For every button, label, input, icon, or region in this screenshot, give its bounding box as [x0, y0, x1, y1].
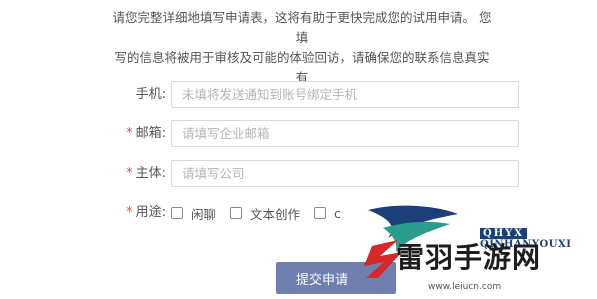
watermark-url: www.leiucn.com	[428, 282, 502, 292]
subject-row: * 主体:	[0, 159, 597, 189]
purpose-options: 闲聊 文本创作 c	[171, 198, 355, 228]
purpose-option-label: 文本创作	[250, 206, 301, 222]
subject-input[interactable]	[171, 160, 519, 187]
phone-label: 手机:	[135, 87, 166, 102]
purpose-option-chat[interactable]: 闲聊	[171, 204, 216, 223]
email-row: * 邮箱:	[0, 119, 597, 149]
phone-row: 手机:	[0, 80, 597, 110]
purpose-label: * 用途:	[126, 205, 166, 220]
required-mark: *	[126, 205, 133, 220]
email-input[interactable]	[171, 120, 519, 147]
email-label: * 邮箱:	[126, 126, 166, 141]
required-mark: *	[126, 166, 133, 181]
required-mark: *	[126, 126, 133, 141]
checkbox[interactable]	[171, 207, 183, 219]
checkbox[interactable]	[230, 207, 243, 219]
checkbox[interactable]	[314, 207, 327, 219]
purpose-option-writing[interactable]: 文本创作	[230, 204, 300, 223]
watermark-title: 雷羽手游网	[396, 241, 542, 274]
purpose-option-label: 闲聊	[191, 206, 217, 222]
site-watermark: QHYX QINHANYOUXI 雷羽手游网 www.leiucn.com	[358, 200, 590, 296]
purpose-option-label: c	[334, 205, 341, 221]
intro-line-1: 请您完整详细地填写申请表，这将有助于更快完成您的试用申请。 您填	[112, 10, 492, 45]
subject-label: * 主体:	[126, 166, 166, 181]
phone-input[interactable]	[171, 81, 519, 108]
purpose-option-other[interactable]: c	[314, 206, 341, 221]
